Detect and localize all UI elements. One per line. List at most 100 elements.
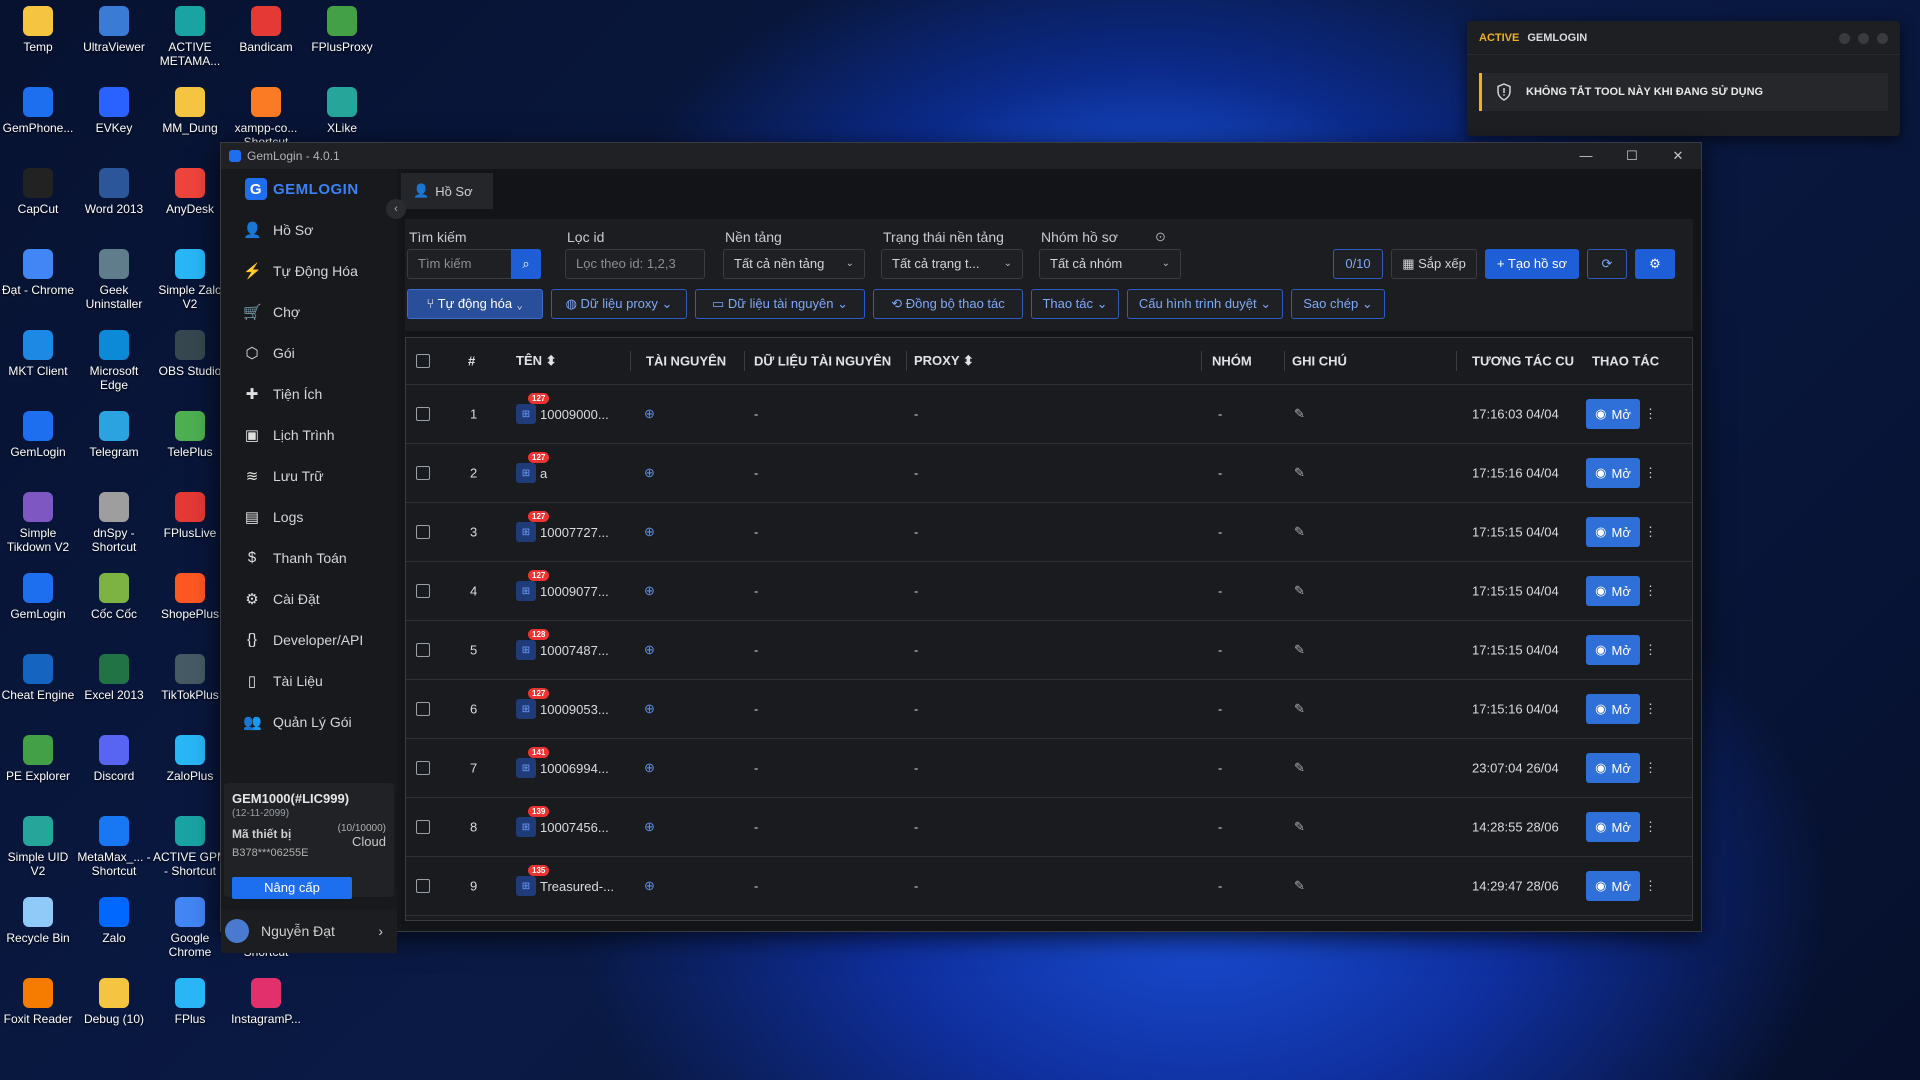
desktop-icon[interactable]: Geek Uninstaller xyxy=(76,249,152,311)
open-profile-button[interactable]: ◉ Mở xyxy=(1586,635,1640,665)
desktop-icon[interactable]: TelePlus xyxy=(152,411,228,459)
more-options-icon[interactable]: ⋮ xyxy=(1644,819,1657,835)
browser-config-button[interactable]: Cấu hình trình duyệt ⌄ xyxy=(1127,289,1283,319)
sidebar-item-2[interactable]: 🛒 Chợ xyxy=(221,291,397,332)
row-checkbox[interactable] xyxy=(416,643,430,657)
desktop-icon[interactable]: FPlusLive xyxy=(152,492,228,540)
add-resource-icon[interactable]: ⊕ xyxy=(644,524,655,540)
profile-name[interactable]: ⊞ 139 10007456... xyxy=(516,806,609,837)
profile-name[interactable]: ⊞ 135 Treasured-... xyxy=(516,865,614,896)
desktop-icon[interactable]: GemLogin xyxy=(0,411,76,459)
table-row[interactable]: 6 ⊞ 127 10009053... ⊕ - - - ✎ 17:15:16 04/04 ◉ Mở ⋮ xyxy=(406,680,1692,739)
row-checkbox[interactable] xyxy=(416,466,430,480)
desktop-icon[interactable]: AnyDesk xyxy=(152,168,228,216)
more-options-icon[interactable]: ⋮ xyxy=(1644,583,1657,599)
table-row[interactable]: 4 ⊞ 127 10009077... ⊕ - - - ✎ 17:15:15 04/04 ◉ Mở ⋮ xyxy=(406,562,1692,621)
group-select[interactable]: Tất cả nhóm ⌄ xyxy=(1039,249,1181,279)
notif-dot[interactable] xyxy=(1858,33,1869,44)
table-row[interactable]: 9 ⊞ 135 Treasured-... ⊕ - - - ✎ 14:29:47 28/06 ◉ Mở… xyxy=(406,857,1692,916)
profile-name[interactable]: ⊞ 127 10009000... xyxy=(516,393,609,424)
more-options-icon[interactable]: ⋮ xyxy=(1644,642,1657,658)
desktop-icon[interactable]: MM_Dung xyxy=(152,87,228,135)
more-options-icon[interactable]: ⋮ xyxy=(1644,406,1657,422)
desktop-icon[interactable]: TikTokPlus xyxy=(152,654,228,702)
desktop-icon[interactable]: Cheat Engine xyxy=(0,654,76,702)
sync-actions-button[interactable]: ⟲ Đồng bộ thao tác xyxy=(873,289,1023,319)
profile-name[interactable]: ⊞ 127 10009077... xyxy=(516,570,609,601)
desktop-icon[interactable]: Simple UID V2 xyxy=(0,816,76,878)
more-options-icon[interactable]: ⋮ xyxy=(1644,465,1657,481)
minimize-button[interactable]: — xyxy=(1563,143,1609,169)
row-checkbox[interactable] xyxy=(416,702,430,716)
desktop-icon[interactable]: Đạt - Chrome xyxy=(0,249,76,297)
edit-note-icon[interactable]: ✎ xyxy=(1294,406,1305,422)
edit-note-icon[interactable]: ✎ xyxy=(1294,583,1305,599)
desktop-icon[interactable]: ShopePlus xyxy=(152,573,228,621)
desktop-icon[interactable]: CapCut xyxy=(0,168,76,216)
tab-profiles[interactable]: 👤 Hồ Sơ xyxy=(401,173,493,209)
platform-status-select[interactable]: Tất cả trạng t... ⌄ xyxy=(881,249,1023,279)
row-checkbox[interactable] xyxy=(416,879,430,893)
sidebar-item-0[interactable]: 👤 Hồ Sơ xyxy=(221,209,397,250)
add-resource-icon[interactable]: ⊕ xyxy=(644,406,655,422)
desktop-icon[interactable]: Discord xyxy=(76,735,152,783)
add-resource-icon[interactable]: ⊕ xyxy=(644,465,655,481)
desktop-icon[interactable]: PE Explorer xyxy=(0,735,76,783)
table-row[interactable]: 2 ⊞ 127 a ⊕ - - - ✎ 17:15:16 04/04 ◉ Mở ⋮ xyxy=(406,444,1692,503)
add-resource-icon[interactable]: ⊕ xyxy=(644,760,655,776)
edit-note-icon[interactable]: ✎ xyxy=(1294,819,1305,835)
desktop-icon[interactable]: FPlusProxy xyxy=(304,6,380,54)
desktop-icon[interactable]: xampp-co... Shortcut xyxy=(228,87,304,149)
add-resource-icon[interactable]: ⊕ xyxy=(644,819,655,835)
desktop-icon[interactable]: FPlus xyxy=(152,978,228,1026)
add-resource-icon[interactable]: ⊕ xyxy=(644,701,655,717)
profile-name[interactable]: ⊞ 141 10006994... xyxy=(516,747,609,778)
edit-note-icon[interactable]: ✎ xyxy=(1294,465,1305,481)
table-row[interactable]: 1 ⊞ 127 10009000... ⊕ - - - ✎ 17:16:03 04/04 ◉ Mở ⋮ xyxy=(406,385,1692,444)
edit-note-icon[interactable]: ✎ xyxy=(1294,701,1305,717)
sidebar-item-6[interactable]: ≋ Lưu Trữ xyxy=(221,455,397,496)
sidebar-item-4[interactable]: ✚ Tiện Ích xyxy=(221,373,397,414)
desktop-icon[interactable]: Debug (10) xyxy=(76,978,152,1026)
sidebar-item-10[interactable]: {} Developer/API xyxy=(221,619,397,660)
table-row[interactable]: 7 ⊞ 141 10006994... ⊕ - - - ✎ 23:07:04 26/04 ◉ Mở ⋮ xyxy=(406,739,1692,798)
create-profile-button[interactable]: + Tạo hồ sơ xyxy=(1485,249,1579,279)
collapse-sidebar-button[interactable]: ‹ xyxy=(386,199,406,219)
id-filter-input[interactable]: Lọc theo id: 1,2,3 xyxy=(565,249,705,279)
sidebar-item-5[interactable]: ▣ Lịch Trình xyxy=(221,414,397,455)
desktop-icon[interactable]: dnSpy - Shortcut xyxy=(76,492,152,554)
desktop-icon[interactable]: InstagramP... xyxy=(228,978,304,1026)
edit-note-icon[interactable]: ✎ xyxy=(1294,878,1305,894)
sidebar-item-8[interactable]: $ Thanh Toán xyxy=(221,537,397,578)
desktop-icon[interactable]: Simple Tikdown V2 xyxy=(0,492,76,554)
sidebar-item-9[interactable]: ⚙ Cài Đặt xyxy=(221,578,397,619)
desktop-icon[interactable]: Bandicam xyxy=(228,6,304,54)
notif-close-dot[interactable] xyxy=(1877,33,1888,44)
desktop-icon[interactable]: MKT Client xyxy=(0,330,76,378)
more-options-icon[interactable]: ⋮ xyxy=(1644,760,1657,776)
open-profile-button[interactable]: ◉ Mở xyxy=(1586,753,1640,783)
desktop-icon[interactable]: Recycle Bin xyxy=(0,897,76,945)
edit-note-icon[interactable]: ✎ xyxy=(1294,524,1305,540)
automation-button[interactable]: ⑂ Tự động hóa ⌄ xyxy=(407,289,543,319)
edit-note-icon[interactable]: ✎ xyxy=(1294,642,1305,658)
desktop-icon[interactable]: ZaloPlus xyxy=(152,735,228,783)
desktop-icon[interactable]: MetaMax_... - Shortcut xyxy=(76,816,152,878)
notif-dot[interactable] xyxy=(1839,33,1850,44)
desktop-icon[interactable]: Simple Zalo V2 xyxy=(152,249,228,311)
desktop-icon[interactable]: ACTIVE METAMA... xyxy=(152,6,228,68)
open-profile-button[interactable]: ◉ Mở xyxy=(1586,694,1640,724)
upgrade-button[interactable]: Nâng cấp xyxy=(232,877,352,899)
table-row[interactable]: 3 ⊞ 127 10007727... ⊕ - - - ✎ 17:15:15 04/04 ◉ Mở ⋮ xyxy=(406,503,1692,562)
desktop-icon[interactable]: Telegram xyxy=(76,411,152,459)
desktop-icon[interactable]: Excel 2013 xyxy=(76,654,152,702)
col-proxy[interactable]: PROXY ⬍ xyxy=(914,353,974,369)
search-button[interactable]: ⌕ xyxy=(511,249,541,279)
add-resource-icon[interactable]: ⊕ xyxy=(644,878,655,894)
refresh-button[interactable]: ⟳ xyxy=(1587,249,1627,279)
add-resource-icon[interactable]: ⊕ xyxy=(644,583,655,599)
maximize-button[interactable]: ☐ xyxy=(1609,143,1655,169)
settings-button[interactable]: ⚙ xyxy=(1635,249,1675,279)
platform-select[interactable]: Tất cả nền tảng ⌄ xyxy=(723,249,865,279)
open-profile-button[interactable]: ◉ Mở xyxy=(1586,871,1640,901)
